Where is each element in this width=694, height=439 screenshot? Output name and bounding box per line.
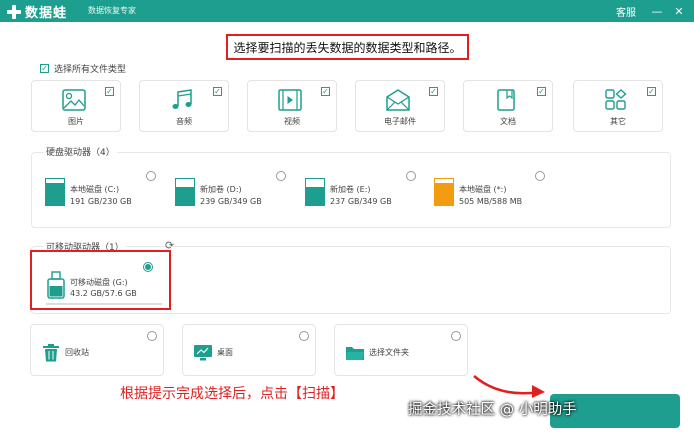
file-type-checkbox[interactable]: ✓ (105, 87, 114, 96)
cross-logo-icon (6, 4, 22, 20)
email-icon (386, 89, 410, 111)
file-type-label: 图片 (68, 117, 84, 126)
removable-drive-item[interactable]: 可移动磁盘 (G:) 43.2 GB/57.6 GB (30, 250, 171, 310)
drive-size: 237 GB/349 GB (330, 197, 392, 206)
drive-name: 可移动磁盘 (G:) (70, 278, 128, 287)
other-icon (605, 89, 627, 110)
hard-drive-icon (45, 178, 65, 206)
drive-item[interactable]: 本地磁盘 (C:) 191 GB/230 GB (45, 168, 160, 213)
file-type-checkbox[interactable]: ✓ (429, 87, 438, 96)
drive-radio[interactable] (146, 171, 156, 181)
location-label: 选择文件夹 (369, 348, 409, 357)
music-icon (172, 89, 192, 109)
drive-radio[interactable] (276, 171, 286, 181)
drive-name: 新加卷 (E:) (330, 185, 371, 194)
usb-drive-icon (47, 271, 65, 299)
location-select-folder[interactable]: 选择文件夹 (334, 324, 468, 376)
file-type-label: 电子邮件 (384, 117, 416, 126)
file-type-checkbox[interactable]: ✓ (647, 87, 656, 96)
file-type-label: 音频 (176, 117, 192, 126)
file-type-label: 其它 (610, 117, 626, 126)
title-bar: 数据蛙 数据恢复专家 客服 — ✕ (0, 0, 694, 22)
minimize-button[interactable]: — (646, 0, 668, 22)
location-recycle-bin[interactable]: 回收站 (30, 324, 164, 376)
app-subtitle: 数据恢复专家 (88, 6, 136, 15)
drive-radio[interactable] (143, 262, 153, 272)
drive-usage-fill (46, 183, 64, 205)
drive-radio[interactable] (406, 171, 416, 181)
select-all-row[interactable]: ✓ 选择所有文件类型 (40, 62, 126, 75)
folder-icon (346, 347, 364, 360)
location-radio[interactable] (451, 331, 461, 341)
location-label: 桌面 (217, 348, 233, 357)
instruction-banner: 选择要扫描的丢失数据的数据类型和路径。 (226, 34, 469, 60)
drive-usage-bar (46, 303, 162, 305)
file-type-label: 文档 (500, 117, 516, 126)
drive-radio[interactable] (535, 171, 545, 181)
drive-usage-fill (435, 182, 453, 205)
drive-usage-fill (176, 187, 194, 205)
drive-name: 本地磁盘 (*:) (459, 185, 507, 194)
location-label: 回收站 (65, 348, 89, 357)
select-all-checkbox[interactable]: ✓ (40, 64, 49, 73)
location-radio[interactable] (147, 331, 157, 341)
file-type-label: 视频 (284, 117, 300, 126)
file-type-document[interactable]: ✓ 文档 (463, 80, 553, 132)
image-icon (62, 89, 86, 111)
hard-drive-icon (305, 178, 325, 206)
file-type-other[interactable]: ✓ 其它 (573, 80, 663, 132)
location-radio[interactable] (299, 331, 309, 341)
drive-size: 43.2 GB/57.6 GB (70, 289, 137, 298)
drive-item[interactable]: 新加卷 (D:) 239 GB/349 GB (175, 168, 290, 213)
drive-item[interactable]: 本地磁盘 (*:) 505 MB/588 MB (434, 168, 549, 213)
app-name: 数据蛙 (25, 6, 68, 21)
close-button[interactable]: ✕ (668, 0, 690, 22)
file-type-image[interactable]: ✓ 图片 (31, 80, 121, 132)
drive-name: 新加卷 (D:) (200, 185, 242, 194)
file-type-email[interactable]: ✓ 电子邮件 (355, 80, 445, 132)
watermark: 掘金技术社区 @ 小明助手 (408, 402, 577, 418)
video-icon (278, 89, 302, 111)
scan-hint-text: 根据提示完成选择后，点击【扫描】 (120, 386, 344, 402)
hard-drive-section-title: 硬盘驱动器（4） (44, 145, 117, 158)
hard-drive-icon (175, 178, 195, 206)
select-all-label: 选择所有文件类型 (54, 65, 127, 75)
drive-usage-fill (306, 187, 324, 205)
file-type-checkbox[interactable]: ✓ (213, 87, 222, 96)
file-type-checkbox[interactable]: ✓ (537, 87, 546, 96)
hard-drive-icon (434, 178, 454, 206)
customer-service-link[interactable]: 客服 (616, 4, 636, 19)
drive-size: 191 GB/230 GB (70, 197, 132, 206)
drive-size: 505 MB/588 MB (459, 197, 523, 206)
recycle-bin-icon (43, 344, 59, 362)
desktop-icon (194, 345, 212, 361)
file-type-checkbox[interactable]: ✓ (321, 87, 330, 96)
drive-size: 239 GB/349 GB (200, 197, 262, 206)
document-icon (497, 89, 515, 111)
drive-item[interactable]: 新加卷 (E:) 237 GB/349 GB (305, 168, 420, 213)
file-type-audio[interactable]: ✓ 音频 (139, 80, 229, 132)
location-desktop[interactable]: 桌面 (182, 324, 316, 376)
app-logo: 数据蛙 (6, 2, 67, 21)
drive-name: 本地磁盘 (C:) (70, 185, 120, 194)
file-type-video[interactable]: ✓ 视频 (247, 80, 337, 132)
